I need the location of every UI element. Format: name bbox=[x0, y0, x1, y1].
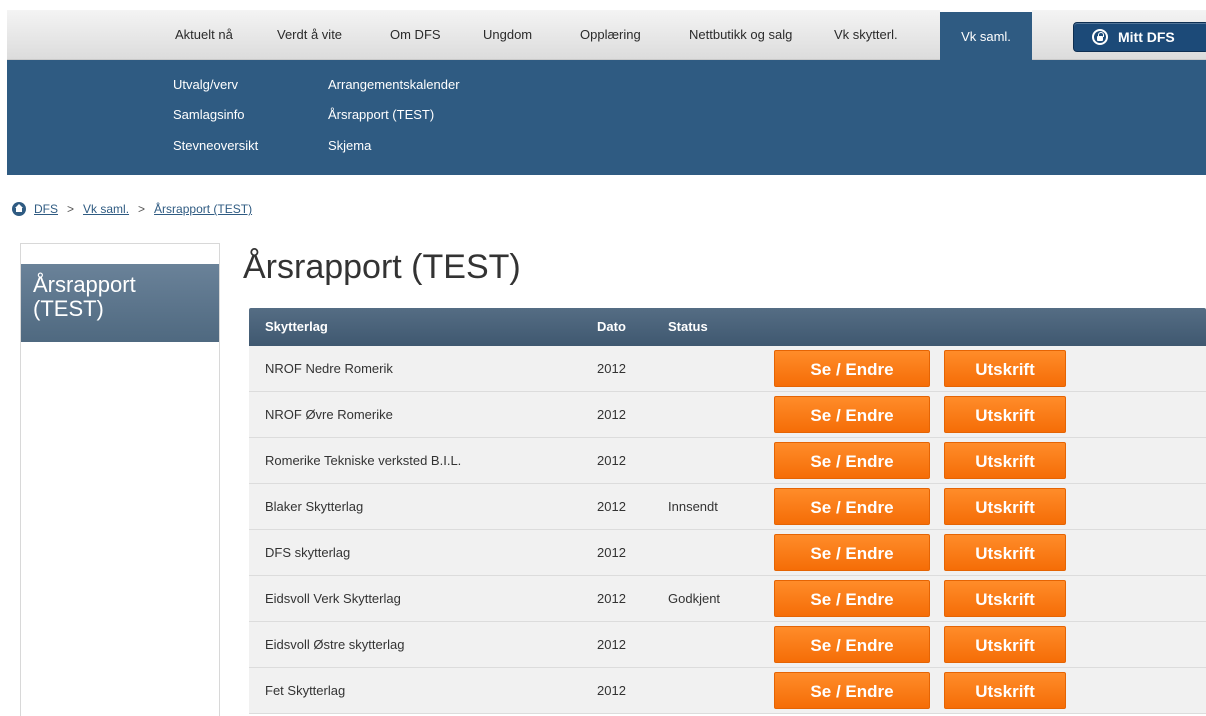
home-icon[interactable] bbox=[12, 202, 26, 216]
page-title: Årsrapport (TEST) bbox=[243, 248, 521, 286]
report-date: 2012 bbox=[597, 499, 626, 514]
view-edit-button[interactable]: Se / Endre bbox=[774, 442, 930, 479]
sidebar-title[interactable]: Årsrapport (TEST) bbox=[21, 264, 219, 342]
mitt-dfs-button[interactable]: Mitt DFS bbox=[1073, 22, 1206, 52]
breadcrumb-separator: > bbox=[67, 202, 75, 216]
report-status: Innsendt bbox=[668, 499, 718, 514]
sub-navigation: Utvalg/verv Samlagsinfo Stevneoversikt A… bbox=[7, 60, 1206, 175]
tab-nettbutikk-og-salg[interactable]: Nettbutikk og salg bbox=[689, 10, 792, 60]
top-navigation: Aktuelt nå Verdt å vite Om DFS Ungdom Op… bbox=[7, 10, 1206, 60]
left-sidebar: Årsrapport (TEST) bbox=[20, 243, 220, 716]
view-edit-button[interactable]: Se / Endre bbox=[774, 626, 930, 663]
view-edit-button[interactable]: Se / Endre bbox=[774, 488, 930, 525]
subnav-utvalg-verv[interactable]: Utvalg/verv bbox=[173, 77, 238, 92]
tab-vk-skytterl[interactable]: Vk skytterl. bbox=[834, 10, 898, 60]
table-row: Blaker Skytterlag 2012 Innsendt Se / End… bbox=[249, 484, 1206, 530]
table-row: NROF Øvre Romerike 2012 Se / Endre Utskr… bbox=[249, 392, 1206, 438]
print-button[interactable]: Utskrift bbox=[944, 442, 1066, 479]
club-name: Romerike Tekniske verksted B.I.L. bbox=[265, 453, 462, 468]
table-row: Eidsvoll Verk Skytterlag 2012 Godkjent S… bbox=[249, 576, 1206, 622]
report-date: 2012 bbox=[597, 407, 626, 422]
club-name: Fet Skytterlag bbox=[265, 683, 346, 698]
subnav-stevneoversikt[interactable]: Stevneoversikt bbox=[173, 138, 258, 153]
print-button[interactable]: Utskrift bbox=[944, 626, 1066, 663]
club-name: NROF Nedre Romerik bbox=[265, 361, 393, 376]
print-button[interactable]: Utskrift bbox=[944, 580, 1066, 617]
print-button[interactable]: Utskrift bbox=[944, 672, 1066, 709]
club-name: Eidsvoll Verk Skytterlag bbox=[265, 591, 401, 606]
print-button[interactable]: Utskrift bbox=[944, 488, 1066, 525]
tab-ungdom[interactable]: Ungdom bbox=[483, 10, 532, 60]
column-header-date: Dato bbox=[597, 319, 626, 334]
tab-vk-saml[interactable]: Vk saml. bbox=[940, 10, 1032, 60]
mitt-dfs-label: Mitt DFS bbox=[1118, 29, 1175, 45]
view-edit-button[interactable]: Se / Endre bbox=[774, 534, 930, 571]
report-date: 2012 bbox=[597, 683, 626, 698]
report-table: Skytterlag Dato Status NROF Nedre Romeri… bbox=[249, 308, 1206, 714]
view-edit-button[interactable]: Se / Endre bbox=[774, 580, 930, 617]
report-status: Godkjent bbox=[668, 591, 721, 606]
tab-verdt-a-vite[interactable]: Verdt å vite bbox=[277, 10, 342, 60]
club-name: NROF Øvre Romerike bbox=[265, 407, 393, 422]
report-date: 2012 bbox=[597, 453, 626, 468]
lock-icon bbox=[1092, 29, 1108, 45]
print-button[interactable]: Utskrift bbox=[944, 350, 1066, 387]
club-name: Eidsvoll Østre skytterlag bbox=[265, 637, 405, 652]
breadcrumb-vk-saml[interactable]: Vk saml. bbox=[83, 202, 129, 216]
breadcrumb-separator: > bbox=[138, 202, 146, 216]
report-date: 2012 bbox=[597, 591, 626, 606]
report-date: 2012 bbox=[597, 545, 626, 560]
column-header-status: Status bbox=[668, 319, 708, 334]
subnav-skjema[interactable]: Skjema bbox=[328, 138, 371, 153]
view-edit-button[interactable]: Se / Endre bbox=[774, 672, 930, 709]
club-name: Blaker Skytterlag bbox=[265, 499, 364, 514]
club-name: DFS skytterlag bbox=[265, 545, 351, 560]
table-row: Romerike Tekniske verksted B.I.L. 2012 S… bbox=[249, 438, 1206, 484]
breadcrumb-arsrapport[interactable]: Årsrapport (TEST) bbox=[154, 202, 252, 216]
view-edit-button[interactable]: Se / Endre bbox=[774, 396, 930, 433]
subnav-arsrapport[interactable]: Årsrapport (TEST) bbox=[328, 107, 434, 122]
subnav-arrangementskalender[interactable]: Arrangementskalender bbox=[328, 77, 460, 92]
table-row: DFS skytterlag 2012 Se / Endre Utskrift bbox=[249, 530, 1206, 576]
table-row: NROF Nedre Romerik 2012 Se / Endre Utskr… bbox=[249, 346, 1206, 392]
table-row: Fet Skytterlag 2012 Se / Endre Utskrift bbox=[249, 668, 1206, 714]
tab-opplaering[interactable]: Opplæring bbox=[580, 10, 641, 60]
view-edit-button[interactable]: Se / Endre bbox=[774, 350, 930, 387]
breadcrumb-dfs[interactable]: DFS bbox=[34, 202, 58, 216]
column-header-club: Skytterlag bbox=[265, 319, 328, 334]
table-row: Eidsvoll Østre skytterlag 2012 Se / Endr… bbox=[249, 622, 1206, 668]
print-button[interactable]: Utskrift bbox=[944, 534, 1066, 571]
report-date: 2012 bbox=[597, 361, 626, 376]
tab-om-dfs[interactable]: Om DFS bbox=[390, 10, 441, 60]
subnav-samlagsinfo[interactable]: Samlagsinfo bbox=[173, 107, 245, 122]
breadcrumb: DFS > Vk saml. > Årsrapport (TEST) bbox=[12, 200, 252, 218]
print-button[interactable]: Utskrift bbox=[944, 396, 1066, 433]
table-header: Skytterlag Dato Status bbox=[249, 308, 1206, 346]
report-date: 2012 bbox=[597, 637, 626, 652]
tab-aktuelt-na[interactable]: Aktuelt nå bbox=[175, 10, 233, 60]
